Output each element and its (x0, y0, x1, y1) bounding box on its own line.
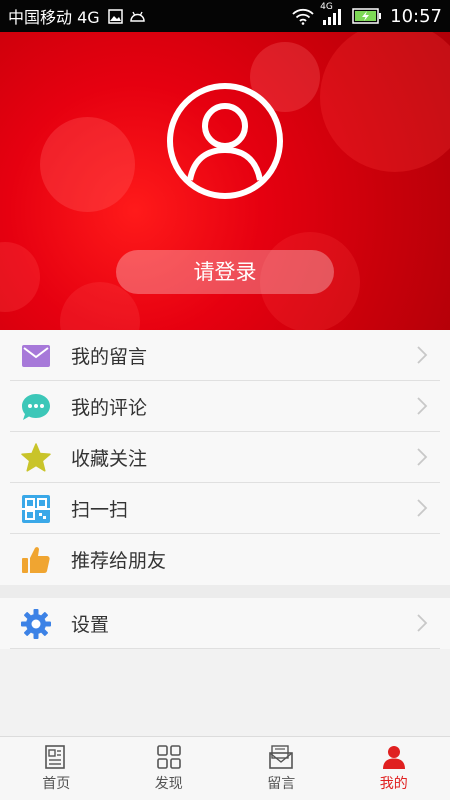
tab-home[interactable]: 首页 (0, 737, 113, 800)
chevron-right-icon (417, 499, 428, 517)
tab-label: 我的 (379, 775, 408, 792)
mail-icon (21, 341, 51, 371)
menu-item-settings[interactable]: 设置 (0, 598, 450, 649)
gear-icon (21, 608, 51, 639)
bottom-tab-bar: 首页 发现 留言 我的 (0, 736, 450, 800)
thumbs-up-icon (21, 545, 51, 575)
menu-list: 我的留言 我的评论 收藏关注 扫一扫 推荐给朋友 (0, 330, 450, 585)
grid-icon (156, 744, 181, 769)
image-icon (107, 8, 123, 24)
settings-list: 设置 (0, 598, 450, 649)
tab-discover[interactable]: 发现 (113, 737, 226, 800)
menu-item-label: 收藏关注 (71, 448, 148, 470)
menu-item-scan[interactable]: 扫一扫 (0, 483, 450, 534)
android-icon (129, 11, 145, 22)
chevron-right-icon (417, 448, 428, 466)
message-icon (269, 744, 294, 769)
wifi-icon (292, 8, 314, 25)
tab-label: 留言 (267, 775, 296, 792)
clock: 10:57 (390, 5, 442, 27)
decor-bubble (40, 117, 135, 212)
tab-label: 首页 (42, 775, 71, 792)
login-button[interactable]: 请登录 (116, 250, 334, 294)
home-doc-icon (45, 744, 66, 769)
star-icon (21, 443, 51, 473)
menu-item-label: 我的留言 (71, 346, 148, 368)
menu-item-recommend[interactable]: 推荐给朋友 (0, 534, 450, 585)
chevron-right-icon (417, 397, 428, 415)
comment-icon (21, 392, 51, 422)
menu-item-favorites[interactable]: 收藏关注 (0, 432, 450, 483)
menu-item-messages[interactable]: 我的留言 (0, 330, 450, 381)
decor-bubble (320, 32, 450, 172)
network-type-label: 4G (320, 1, 333, 12)
section-divider (0, 585, 450, 598)
profile-header: 请登录 (0, 32, 450, 330)
menu-item-label: 扫一扫 (71, 499, 129, 521)
battery-icon (352, 8, 382, 24)
tab-label: 发现 (154, 775, 183, 792)
menu-item-label: 设置 (71, 614, 110, 636)
qr-scan-icon (21, 494, 51, 524)
menu-item-label: 我的评论 (71, 397, 148, 419)
menu-item-comments[interactable]: 我的评论 (0, 381, 450, 432)
decor-bubble (0, 242, 40, 312)
tab-mine[interactable]: 我的 (338, 737, 450, 800)
user-icon (382, 745, 405, 769)
tab-messages[interactable]: 留言 (225, 737, 338, 800)
chevron-right-icon (417, 346, 428, 364)
avatar[interactable] (166, 82, 284, 200)
menu-item-label: 推荐给朋友 (71, 550, 167, 572)
status-bar: 中国移动 4G 4G 10:57 (0, 0, 450, 32)
chevron-right-icon (417, 614, 428, 632)
carrier-label: 中国移动 4G (8, 8, 100, 27)
